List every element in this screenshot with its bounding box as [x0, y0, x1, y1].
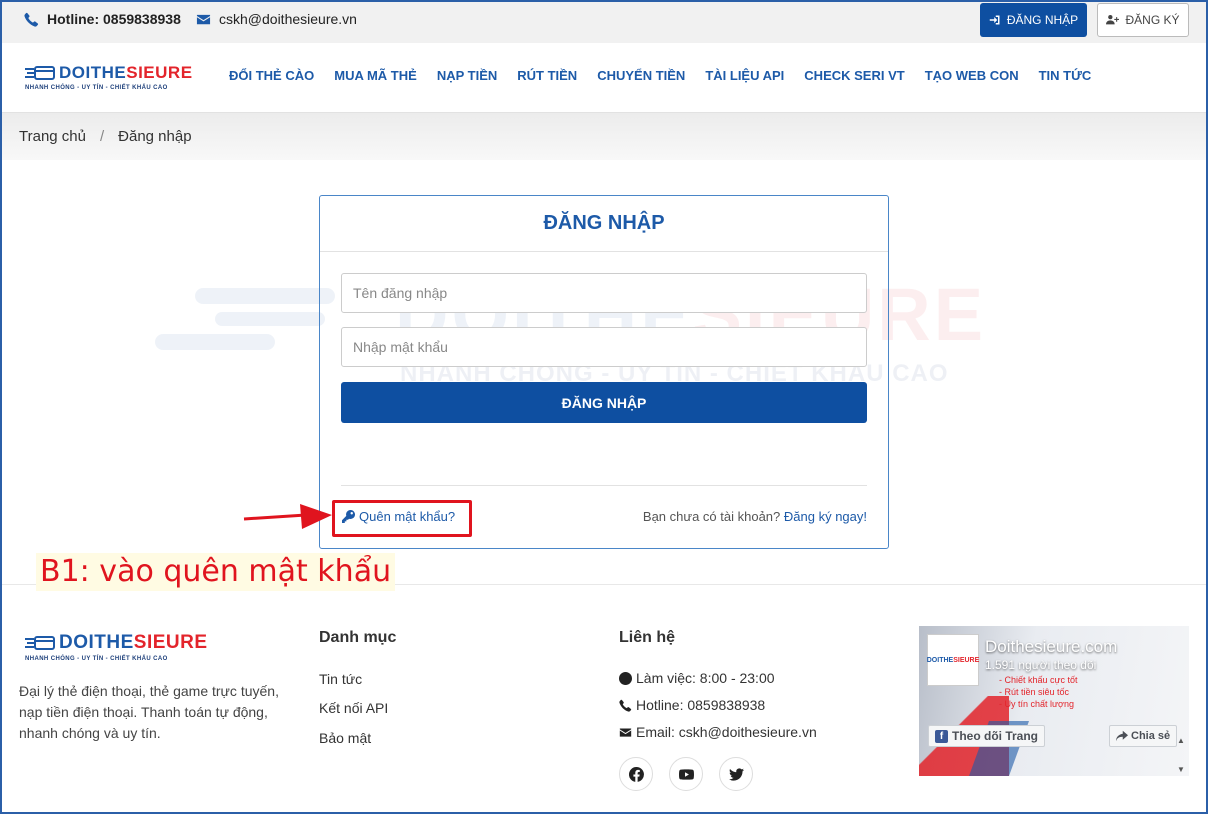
logo-card-icon [25, 636, 55, 650]
sign-in-icon [989, 15, 1000, 25]
nav-item-nap-tien[interactable]: NẠP TIỀN [437, 68, 497, 83]
footer-link-ket-noi-api[interactable]: Kết nối API [319, 700, 388, 716]
fb-avatar-logo: DOITHESIEURE [926, 656, 980, 664]
envelope-icon [619, 727, 632, 737]
login-card: ĐĂNG NHẬP ĐĂNG NHẬP Quên mật khẩu? Bạn c… [319, 195, 889, 549]
main-nav: ĐỔI THẺ CÀO MUA MÃ THẺ NẠP TIỀN RÚT TIỀN… [229, 68, 1091, 83]
logo-text: DOITHESIEURE [59, 63, 193, 82]
nav-item-doi-the-cao[interactable]: ĐỔI THẺ CÀO [229, 68, 314, 83]
logo-card-icon [25, 66, 55, 80]
password-input[interactable] [341, 327, 867, 367]
topbar-email[interactable]: cskh@doithesieure.vn [196, 11, 357, 27]
register-button-top[interactable]: ĐĂNG KÝ [1097, 3, 1189, 37]
fb-follow-page-button[interactable]: f Theo dõi Trang [928, 725, 1045, 747]
login-button-top[interactable]: ĐĂNG NHẬP [980, 3, 1087, 37]
nav-item-tao-web-con[interactable]: TẠO WEB CON [925, 68, 1019, 83]
fb-cover-bullets: - Chiết khấu cực tốt - Rút tiền siêu tốc… [999, 675, 1078, 709]
footer-logo-slogan: NHANH CHÓNG - UY TÍN - CHIẾT KHẤU CAO [25, 656, 168, 662]
fb-widget-scrollbar[interactable]: ▲ ▼ [1175, 736, 1187, 774]
footer-email[interactable]: Email: cskh@doithesieure.vn [619, 724, 817, 740]
phone-icon [24, 12, 39, 27]
email-text: cskh@doithesieure.vn [219, 11, 357, 27]
breadcrumb: Trang chủ / Đăng nhập [19, 128, 192, 145]
login-top-label: ĐĂNG NHẬP [1006, 13, 1079, 27]
top-bar: Hotline: 0859838938 cskh@doithesieure.vn… [0, 0, 1208, 43]
register-now-link[interactable]: Đăng ký ngay! [784, 509, 867, 524]
hotline-text: Hotline: 0859838938 [47, 11, 181, 27]
footer-logo-text: DOITHESIEURE [59, 632, 208, 653]
no-account-text: Bạn chưa có tài khoản? Đăng ký ngay! [642, 509, 867, 524]
share-icon [1116, 730, 1128, 742]
footer-link-bao-mat[interactable]: Bảo mật [319, 730, 371, 746]
footer-hours: Làm việc: 8:00 - 23:00 [619, 670, 775, 686]
footer-logo[interactable]: DOITHESIEURE NHANH CHÓNG - UY TÍN - CHIẾ… [25, 632, 208, 662]
breadcrumb-separator: / [99, 128, 105, 145]
envelope-icon [196, 14, 211, 24]
twitter-icon [728, 767, 744, 781]
login-submit-button[interactable]: ĐĂNG NHẬP [341, 382, 867, 423]
annotation-step-label: B1: vào quên mật khẩu [36, 553, 396, 591]
fb-share-button[interactable]: Chia sẻ [1109, 725, 1178, 747]
footer-description: Đại lý thẻ điện thoại, thẻ game trực tuy… [19, 683, 279, 741]
nav-item-tai-lieu-api[interactable]: TÀI LIỆU API [705, 68, 784, 83]
footer-hotline[interactable]: Hotline: 0859838938 [619, 697, 765, 713]
breadcrumb-bar: Trang chủ / Đăng nhập [0, 113, 1208, 160]
breadcrumb-home[interactable]: Trang chủ [19, 128, 86, 145]
youtube-icon [678, 768, 694, 780]
fb-page-avatar[interactable]: DOITHESIEURE [927, 634, 979, 686]
nav-item-tin-tuc[interactable]: TIN TỨC [1039, 68, 1092, 83]
nav-item-chuyen-tien[interactable]: CHUYỂN TIỀN [597, 68, 685, 83]
facebook-small-icon: f [935, 729, 948, 743]
social-youtube-button[interactable] [669, 757, 703, 791]
fb-followers-count: 1.591 người theo dõi [985, 658, 1097, 672]
main-header: DOITHESIEURE NHANH CHÓNG - UY TÍN - CHIẾ… [0, 43, 1208, 113]
nav-item-mua-ma-the[interactable]: MUA MÃ THẺ [334, 68, 417, 83]
social-facebook-button[interactable] [619, 757, 653, 791]
annotation-highlight-box [332, 500, 472, 537]
footer-categories-title: Danh mục [319, 629, 397, 646]
footer-link-tin-tuc[interactable]: Tin tức [319, 671, 362, 687]
fb-page-name[interactable]: Doithesieure.com [985, 637, 1117, 657]
topbar-hotline[interactable]: Hotline: 0859838938 [24, 11, 181, 27]
nav-item-check-seri-vt[interactable]: CHECK SERI VT [804, 68, 904, 83]
footer-contact-title: Liên hệ [619, 629, 676, 646]
scroll-up-icon[interactable]: ▲ [1177, 736, 1185, 745]
card-divider [341, 485, 867, 486]
username-input[interactable] [341, 273, 867, 313]
user-plus-icon [1106, 14, 1120, 25]
social-twitter-button[interactable] [719, 757, 753, 791]
scroll-down-icon[interactable]: ▼ [1177, 765, 1185, 774]
annotation-arrow-icon [243, 504, 332, 529]
login-title: ĐĂNG NHẬP [320, 196, 888, 252]
facebook-icon [628, 766, 644, 782]
breadcrumb-current: Đăng nhập [118, 128, 192, 145]
clock-icon [619, 671, 632, 685]
logo-slogan: NHANH CHÓNG - UY TÍN - CHIẾT KHẤU CAO [25, 85, 168, 91]
facebook-page-widget[interactable]: DOITHESIEURE Doithesieure.com 1.591 ngườ… [919, 626, 1189, 776]
nav-item-rut-tien[interactable]: RÚT TIỀN [517, 68, 577, 83]
site-logo[interactable]: DOITHESIEURE NHANH CHÓNG - UY TÍN - CHIẾ… [25, 63, 193, 91]
phone-icon [619, 699, 632, 712]
register-top-label: ĐĂNG KÝ [1125, 13, 1180, 27]
